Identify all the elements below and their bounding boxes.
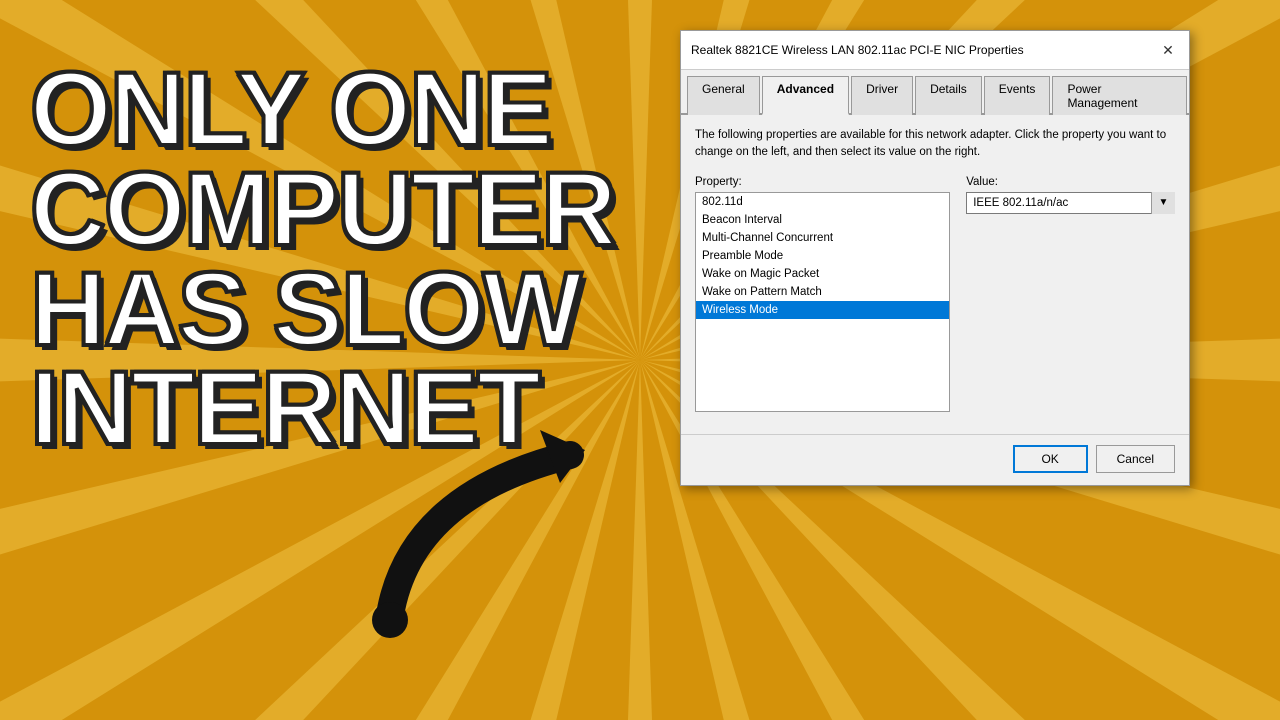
- dialog-titlebar: Realtek 8821CE Wireless LAN 802.11ac PCI…: [681, 31, 1189, 70]
- properties-dialog: Realtek 8821CE Wireless LAN 802.11ac PCI…: [680, 30, 1190, 486]
- cancel-button[interactable]: Cancel: [1096, 445, 1175, 473]
- value-dropdown[interactable]: IEEE 802.11a/n/ac IEEE 802.11b/g/n IEEE …: [966, 192, 1175, 214]
- description-text: The following properties are available f…: [695, 127, 1175, 162]
- title-line3: HAS SLOW: [30, 260, 610, 360]
- property-label: Property:: [695, 176, 950, 188]
- property-item-wakepattern[interactable]: Wake on Pattern Match: [696, 283, 949, 301]
- tab-events[interactable]: Events: [984, 76, 1051, 115]
- arrow-decoration: [330, 375, 710, 660]
- tab-advanced[interactable]: Advanced: [762, 76, 849, 115]
- property-list[interactable]: 802.11d Beacon Interval Multi-Channel Co…: [695, 192, 950, 412]
- value-label: Value:: [966, 176, 1175, 188]
- close-button[interactable]: ✕: [1157, 39, 1179, 61]
- title-line1: ONLY ONE: [30, 60, 610, 160]
- tab-general[interactable]: General: [687, 76, 760, 115]
- property-item-wakemagic[interactable]: Wake on Magic Packet: [696, 265, 949, 283]
- value-dropdown-wrapper: IEEE 802.11a/n/ac IEEE 802.11b/g/n IEEE …: [966, 192, 1175, 214]
- dialog-title: Realtek 8821CE Wireless LAN 802.11ac PCI…: [691, 43, 1024, 57]
- title-line2: COMPUTER: [30, 160, 610, 260]
- columns-layout: Property: 802.11d Beacon Interval Multi-…: [695, 176, 1175, 412]
- property-item-multichannel[interactable]: Multi-Channel Concurrent: [696, 229, 949, 247]
- property-item-80211d[interactable]: 802.11d: [696, 193, 949, 211]
- arrow-svg: [330, 375, 710, 655]
- tab-power-management[interactable]: Power Management: [1052, 76, 1187, 115]
- property-item-preamble[interactable]: Preamble Mode: [696, 247, 949, 265]
- property-item-beacon[interactable]: Beacon Interval: [696, 211, 949, 229]
- tab-driver[interactable]: Driver: [851, 76, 913, 115]
- property-column: Property: 802.11d Beacon Interval Multi-…: [695, 176, 950, 412]
- value-column: Value: IEEE 802.11a/n/ac IEEE 802.11b/g/…: [966, 176, 1175, 412]
- dialog-overlay: Realtek 8821CE Wireless LAN 802.11ac PCI…: [680, 30, 1190, 486]
- property-item-wireless-mode[interactable]: Wireless Mode: [696, 301, 949, 319]
- dialog-content: The following properties are available f…: [681, 115, 1189, 424]
- ok-button[interactable]: OK: [1013, 445, 1088, 473]
- tab-bar: General Advanced Driver Details Events P…: [681, 70, 1189, 115]
- dialog-buttons: OK Cancel: [681, 434, 1189, 485]
- tab-details[interactable]: Details: [915, 76, 982, 115]
